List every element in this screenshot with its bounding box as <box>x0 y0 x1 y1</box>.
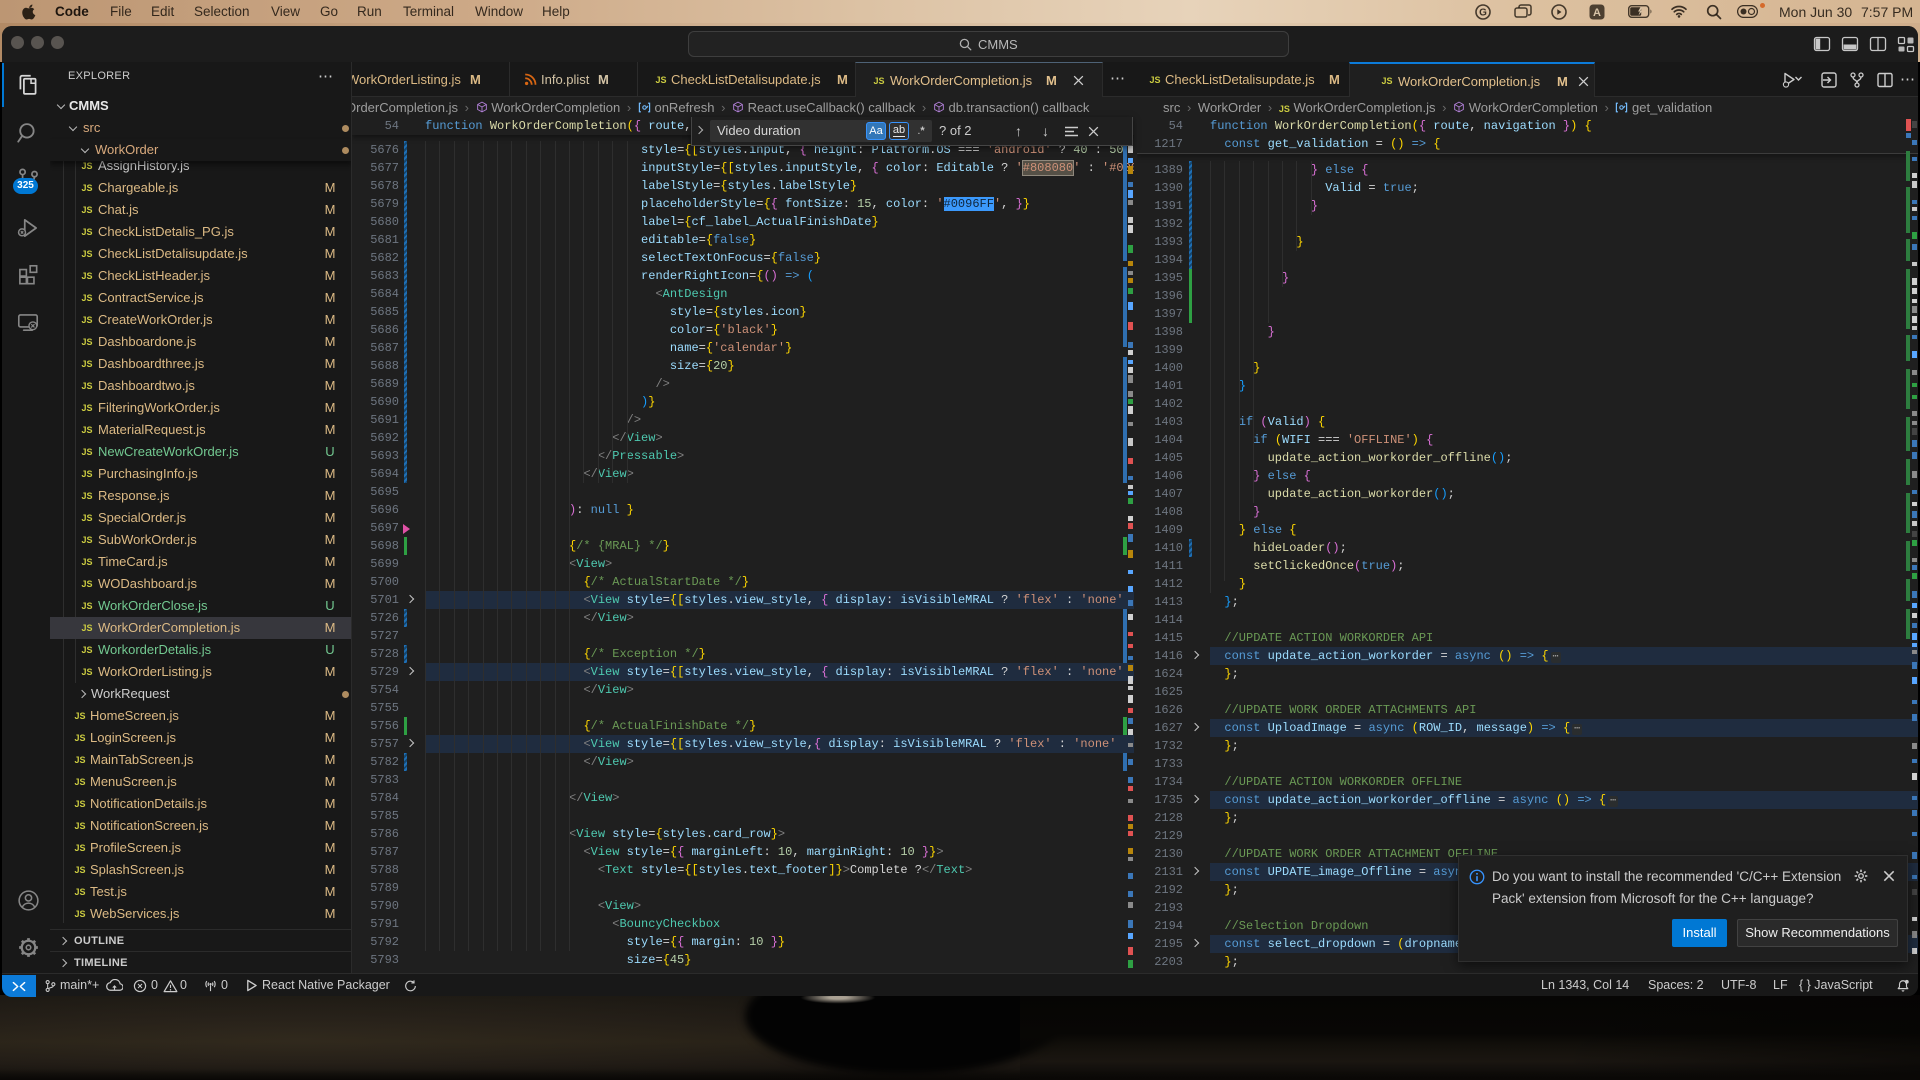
svg-text:A: A <box>1593 7 1601 19</box>
svg-text:G: G <box>1479 8 1487 19</box>
